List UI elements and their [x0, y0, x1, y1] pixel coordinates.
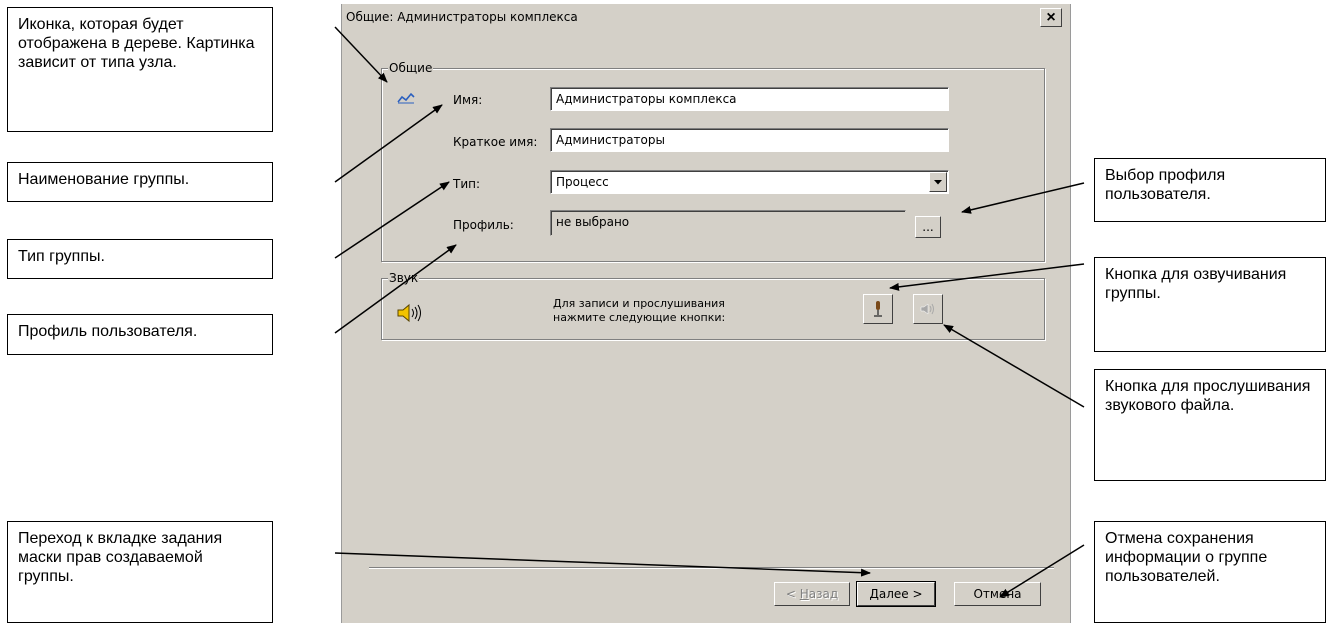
arrow-cancel: [999, 544, 1085, 598]
arrow-icon: [334, 26, 388, 83]
arrow-profile-select: [961, 182, 1085, 214]
callout-arrows: [334, 26, 1085, 598]
arrow-next: [334, 552, 871, 577]
arrow-play: [943, 324, 1085, 408]
arrow-profile: [334, 244, 457, 334]
arrow-type: [334, 181, 450, 259]
arrow-name: [334, 104, 443, 183]
arrow-record: [889, 263, 1085, 291]
